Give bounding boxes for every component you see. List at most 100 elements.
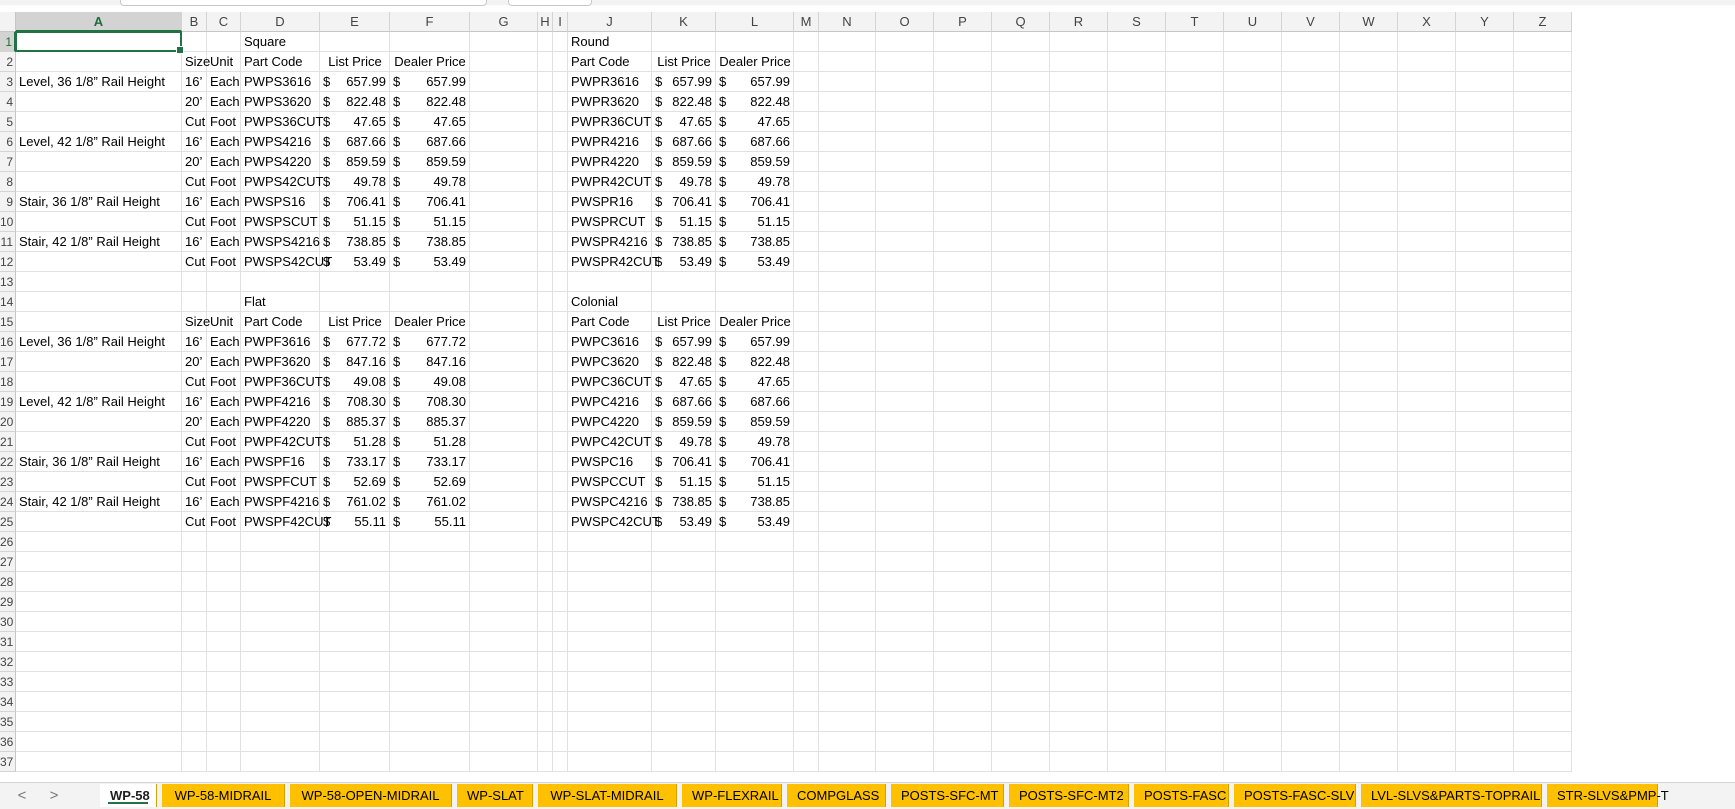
dealer-price[interactable]: $52.69 (390, 472, 470, 492)
sheet-tab[interactable]: POSTS-SFC-MT2 (1009, 784, 1129, 807)
item-size[interactable]: 16’ (182, 452, 207, 472)
column-header-r[interactable]: R (1050, 12, 1108, 32)
list-price[interactable]: $708.30 (320, 392, 390, 412)
dealer-price[interactable]: $687.66 (390, 132, 470, 152)
item-size[interactable]: 20’ (182, 412, 207, 432)
item-size[interactable]: 16’ (182, 232, 207, 252)
sheet-tab[interactable]: STR-SLVS&PMP-T (1547, 784, 1669, 807)
column-label-dealer-price[interactable]: Dealer Price (390, 52, 470, 72)
dealer-price[interactable]: $738.85 (716, 232, 794, 252)
item-size[interactable]: 16’ (182, 72, 207, 92)
item-unit[interactable]: Each (207, 392, 241, 412)
select-all-corner[interactable] (0, 12, 16, 32)
column-header-d[interactable]: D (241, 12, 320, 32)
item-description[interactable]: Stair, 36 1/8” Rail Height (16, 192, 182, 212)
part-code[interactable]: PWSPR16 (568, 192, 652, 212)
list-price[interactable]: $687.66 (652, 132, 716, 152)
part-code[interactable]: PWPS42CUT (241, 172, 323, 192)
part-code[interactable]: PWSPS16 (241, 192, 320, 212)
part-code[interactable]: PWPS3616 (241, 72, 320, 92)
row-header-10[interactable]: 10 (0, 212, 16, 232)
list-price[interactable]: $47.65 (652, 112, 716, 132)
item-size[interactable]: Cut (182, 432, 207, 452)
sheet-tab[interactable]: WP-SLAT-MIDRAIL (538, 784, 677, 807)
column-header-g[interactable]: G (470, 12, 538, 32)
list-price[interactable]: $859.59 (320, 152, 390, 172)
dealer-price[interactable]: $53.49 (390, 252, 470, 272)
column-label-list-price[interactable]: List Price (652, 52, 716, 72)
item-unit[interactable]: Foot (207, 172, 241, 192)
list-price[interactable]: $51.28 (320, 432, 390, 452)
item-size[interactable]: Cut (182, 172, 207, 192)
list-price[interactable]: $761.02 (320, 492, 390, 512)
list-price[interactable]: $53.49 (320, 252, 390, 272)
part-code[interactable]: PWPC3616 (568, 332, 652, 352)
dealer-price[interactable]: $847.16 (390, 352, 470, 372)
dealer-price[interactable]: $49.78 (390, 172, 470, 192)
row-header-25[interactable]: 25 (0, 512, 16, 532)
dealer-price[interactable]: $657.99 (716, 72, 794, 92)
item-size[interactable]: 16’ (182, 392, 207, 412)
dealer-price[interactable]: $47.65 (716, 112, 794, 132)
item-unit[interactable]: Each (207, 92, 241, 112)
list-price[interactable]: $51.15 (652, 472, 716, 492)
column-header-e[interactable]: E (320, 12, 390, 32)
list-price[interactable]: $822.48 (320, 92, 390, 112)
part-code[interactable]: PWPF42CUT (241, 432, 323, 452)
list-price[interactable]: $677.72 (320, 332, 390, 352)
dealer-price[interactable]: $822.48 (390, 92, 470, 112)
list-price[interactable]: $738.85 (652, 492, 716, 512)
list-price[interactable]: $706.41 (652, 452, 716, 472)
item-unit[interactable]: Each (207, 232, 241, 252)
part-code[interactable]: PWSPR4216 (568, 232, 652, 252)
sheet-tab[interactable]: POSTS-FASC-SLV (1234, 784, 1356, 807)
list-price[interactable]: $657.99 (320, 72, 390, 92)
item-description[interactable]: Level, 42 1/8” Rail Height (16, 132, 182, 152)
list-price[interactable]: $51.15 (320, 212, 390, 232)
item-unit[interactable]: Each (207, 452, 241, 472)
row-header-16[interactable]: 16 (0, 332, 16, 352)
sheet-tab[interactable]: POSTS-FASC (1134, 784, 1229, 807)
row-header-12[interactable]: 12 (0, 252, 16, 272)
column-header-t[interactable]: T (1166, 12, 1224, 32)
column-header-i[interactable]: I (553, 12, 568, 32)
item-size[interactable]: Cut (182, 372, 207, 392)
worksheet-grid[interactable]: A B C D E F G H I J K L M N O P Q R S T U V W X Y Z 1 2 3 4 5 6 7 8 9 10 11 1… (0, 12, 1735, 782)
row-header-32[interactable]: 32 (0, 652, 16, 672)
row-header-26[interactable]: 26 (0, 532, 16, 552)
column-header-p[interactable]: P (934, 12, 992, 32)
column-header-w[interactable]: W (1340, 12, 1398, 32)
part-code[interactable]: PWSPC42CUT (568, 512, 660, 532)
item-unit[interactable]: Each (207, 352, 241, 372)
item-description[interactable]: Stair, 42 1/8” Rail Height (16, 232, 182, 252)
list-price[interactable]: $687.66 (320, 132, 390, 152)
part-code[interactable]: PWPS36CUT (241, 112, 323, 132)
dealer-price[interactable]: $47.65 (716, 372, 794, 392)
list-price[interactable]: $52.69 (320, 472, 390, 492)
item-unit[interactable]: Each (207, 152, 241, 172)
column-header-f[interactable]: F (390, 12, 470, 32)
sheet-tab[interactable]: WP-58 (100, 784, 157, 807)
item-unit[interactable]: Each (207, 192, 241, 212)
item-size[interactable]: Cut (182, 112, 207, 132)
item-description[interactable]: Level, 36 1/8” Rail Height (16, 332, 182, 352)
column-header-u[interactable]: U (1224, 12, 1282, 32)
item-description[interactable]: Level, 36 1/8” Rail Height (16, 72, 182, 92)
row-header-24[interactable]: 24 (0, 492, 16, 512)
dealer-price[interactable]: $49.08 (390, 372, 470, 392)
dealer-price[interactable]: $657.99 (390, 72, 470, 92)
column-label-list-price[interactable]: List Price (320, 312, 390, 332)
column-label-size[interactable]: Size (182, 52, 210, 72)
item-unit[interactable]: Foot (207, 472, 241, 492)
column-label-size[interactable]: Size (182, 312, 210, 332)
column-header-s[interactable]: S (1108, 12, 1166, 32)
sheet-tab[interactable]: POSTS-SFC-MT (891, 784, 1004, 807)
column-label-list-price[interactable]: List Price (652, 312, 716, 332)
item-unit[interactable]: Each (207, 72, 241, 92)
part-code[interactable]: PWPS3620 (241, 92, 320, 112)
column-header-n[interactable]: N (819, 12, 876, 32)
part-code[interactable]: PWPF4216 (241, 392, 320, 412)
dealer-price[interactable]: $733.17 (390, 452, 470, 472)
part-code[interactable]: PWPR3620 (568, 92, 652, 112)
column-header-l[interactable]: L (716, 12, 794, 32)
